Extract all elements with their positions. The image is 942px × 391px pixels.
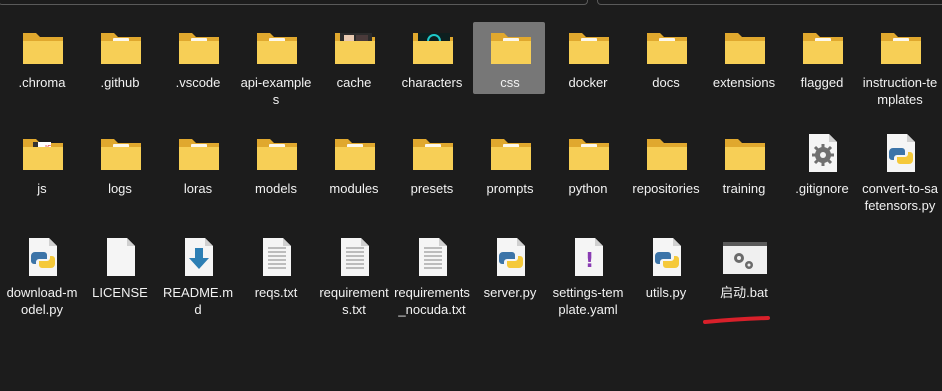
red-underline-annotation: [703, 316, 770, 324]
item-label: requirements.txt: [319, 285, 389, 317]
python-file-icon: [878, 130, 924, 176]
folder-icon: [254, 130, 300, 176]
item-label: reqs.txt: [254, 285, 298, 300]
folder-icon: [98, 130, 144, 176]
item-label: docker: [568, 75, 608, 90]
text-file-icon: [332, 234, 378, 280]
folder-icon: [176, 24, 222, 70]
batch-file-icon: [722, 234, 768, 280]
item-label: convert-to-safetensors.py: [862, 181, 938, 213]
python-file-icon: [20, 234, 66, 280]
item-label: extensions: [712, 75, 776, 90]
item-label: utils.py: [645, 285, 687, 300]
file-icon: [98, 234, 144, 280]
item-label: LICENSE: [92, 285, 148, 300]
item-label: characters: [401, 75, 463, 90]
folder-icon: [332, 130, 378, 176]
item-label: .vscode: [175, 75, 221, 90]
item-label: presets: [410, 181, 454, 196]
item-label: requirements_nocuda.txt: [394, 285, 470, 317]
item-label: .gitignore: [795, 181, 849, 196]
item-label: repositories: [632, 181, 700, 196]
item-label: cache: [336, 75, 372, 90]
folder-icon: [800, 24, 846, 70]
python-file-icon: [644, 234, 690, 280]
folder-icon: [410, 130, 456, 176]
folder-icon: [98, 24, 144, 70]
folder-icon: [566, 130, 612, 176]
folder-icon: [176, 130, 222, 176]
item-label: .github: [100, 75, 140, 90]
item-label: README.md: [162, 285, 234, 317]
item-label: 启动.bat: [720, 285, 768, 300]
folder-icon: [644, 130, 690, 176]
item-label: python: [568, 181, 608, 196]
folder-icon: [566, 24, 612, 70]
settings-file-icon: [800, 130, 846, 176]
folder-icon: [254, 24, 300, 70]
item-label: css: [500, 75, 520, 90]
text-file-icon: [410, 234, 456, 280]
folder-icon: [332, 24, 378, 70]
item-label: loras: [183, 181, 213, 196]
item-label: instruction-templates: [862, 75, 938, 107]
item-label: server.py: [483, 285, 537, 300]
yaml-file-icon: !: [566, 234, 612, 280]
folder-icon: [20, 24, 66, 70]
folder-icon: [878, 24, 924, 70]
python-file-icon: [488, 234, 534, 280]
item-label: logs: [108, 181, 132, 196]
folder-icon: [644, 24, 690, 70]
folder-icon: JS: [20, 130, 66, 176]
text-file-icon: [254, 234, 300, 280]
item-label: training: [722, 181, 766, 196]
file-grid: .chroma .github .vscode api-examples cac…: [0, 0, 942, 391]
item-label: modules: [329, 181, 379, 196]
item-label: settings-template.yaml: [552, 285, 624, 317]
item-label: flagged: [800, 75, 844, 90]
folder-icon: [410, 24, 456, 70]
svg-text:!: !: [585, 248, 594, 272]
item-label: api-examples: [240, 75, 312, 107]
item-label: models: [255, 181, 297, 196]
folder-icon: [488, 130, 534, 176]
folder-icon: [722, 24, 768, 70]
item-label: prompts: [486, 181, 534, 196]
item-label: js: [37, 181, 47, 196]
folder-icon: [722, 130, 768, 176]
item-label: download-model.py: [6, 285, 78, 317]
item-label: .chroma: [18, 75, 66, 90]
item-label: docs: [652, 75, 680, 90]
folder-icon: [488, 24, 534, 70]
markdown-file-icon: [176, 234, 222, 280]
